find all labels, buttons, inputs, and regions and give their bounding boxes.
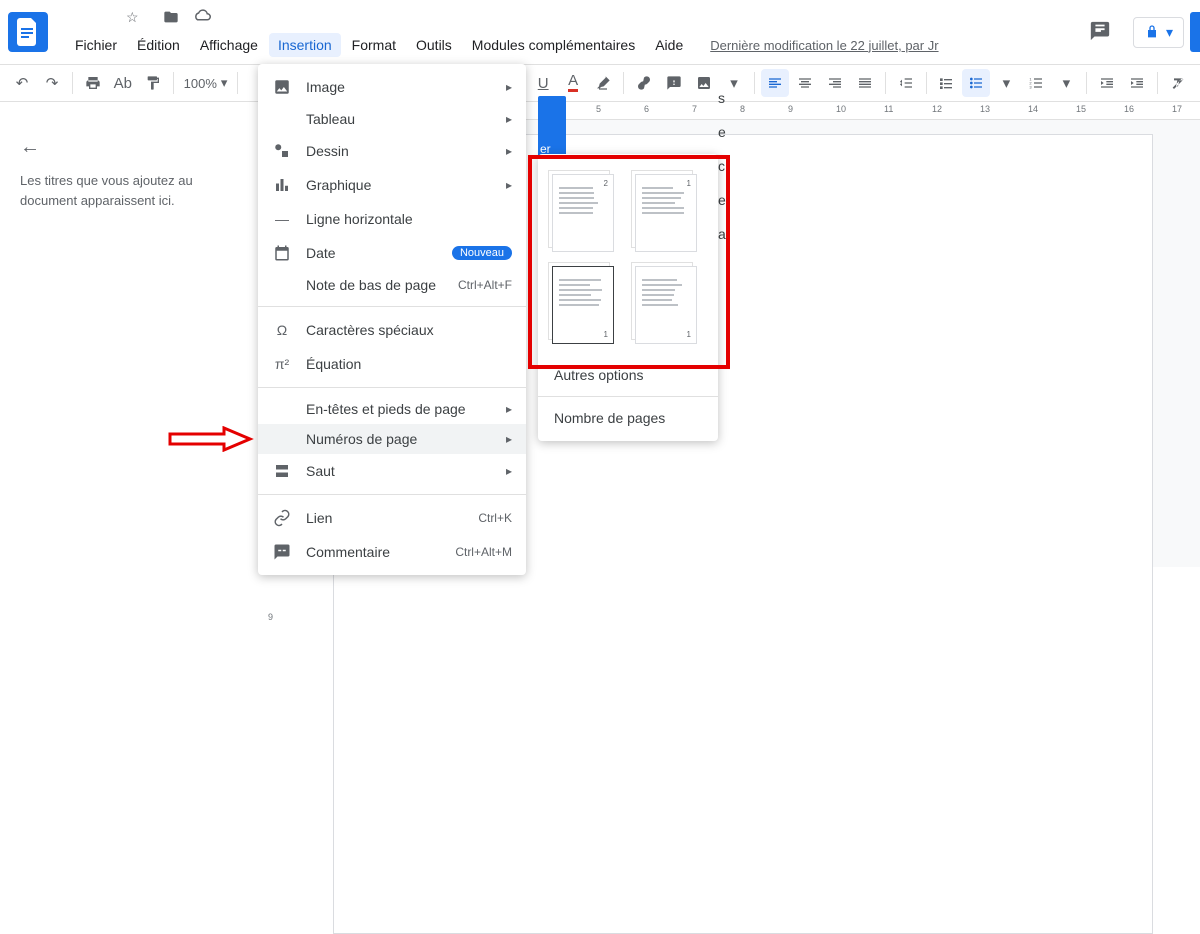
- new-badge: Nouveau: [452, 246, 512, 260]
- menu-format[interactable]: Format: [343, 33, 405, 57]
- menu-chart[interactable]: Graphique▸: [258, 168, 526, 202]
- svg-text:3: 3: [1030, 84, 1033, 89]
- submenu-other-options[interactable]: Autres options: [538, 358, 718, 392]
- page-number-option[interactable]: 1: [635, 174, 704, 252]
- share-button[interactable]: ▾: [1133, 17, 1184, 48]
- cloud-icon[interactable]: [193, 9, 211, 29]
- document-text-peek: secea: [718, 90, 1200, 242]
- insert-dropdown: Image▸ Tableau▸ Dessin▸ Graphique▸ ― Lig…: [258, 64, 526, 575]
- comments-button[interactable]: [1089, 20, 1111, 45]
- menu-page-numbers[interactable]: Numéros de page▸: [258, 424, 526, 454]
- menu-addons[interactable]: Modules complémentaires: [463, 33, 644, 57]
- paint-button[interactable]: [139, 69, 167, 97]
- selection-highlight: er: [538, 96, 566, 158]
- menu-footnote[interactable]: Note de bas de page Ctrl+Alt+F: [258, 270, 526, 300]
- image-icon: [272, 77, 292, 97]
- chevron-down-icon: ▾: [221, 75, 228, 91]
- menu-headers-footers[interactable]: En-têtes et pieds de page▸: [258, 394, 526, 424]
- menu-hr[interactable]: ― Ligne horizontale: [258, 202, 526, 236]
- page-number-option[interactable]: 1: [552, 266, 621, 344]
- menu-table[interactable]: Tableau▸: [258, 104, 526, 134]
- page-number-option[interactable]: 2: [552, 174, 621, 252]
- menu-drawing[interactable]: Dessin▸: [258, 134, 526, 168]
- link-button[interactable]: [630, 69, 658, 97]
- menu-view[interactable]: Affichage: [191, 33, 267, 57]
- zoom-select[interactable]: 100% ▾: [180, 75, 232, 91]
- chevron-right-icon: ▸: [506, 144, 512, 158]
- menu-image[interactable]: Image▸: [258, 70, 526, 104]
- add-comment-button[interactable]: [660, 69, 688, 97]
- page-number-option[interactable]: 1: [635, 266, 704, 344]
- last-modified-link[interactable]: Dernière modification le 22 juillet, par…: [710, 38, 938, 53]
- highlight-button[interactable]: [589, 69, 617, 97]
- outline-close-button[interactable]: ←: [20, 136, 40, 159]
- text-color-button[interactable]: A: [559, 69, 587, 97]
- header-right: ▾: [1089, 17, 1184, 48]
- undo-button[interactable]: ↶: [8, 69, 36, 97]
- header: ☆ ⠀ Fichier Édition Affichage Insertion …: [0, 0, 1200, 64]
- share-dropdown-icon: ▾: [1166, 24, 1173, 41]
- menu-special-chars[interactable]: Ω Caractères spéciaux: [258, 313, 526, 347]
- insert-image-button[interactable]: [690, 69, 718, 97]
- docs-icon: [17, 18, 39, 46]
- header-center: ☆ ⠀ Fichier Édition Affichage Insertion …: [66, 7, 1089, 57]
- move-icon[interactable]: ⠀: [153, 9, 179, 29]
- break-icon: [272, 461, 292, 481]
- print-button[interactable]: [79, 69, 107, 97]
- chart-icon: [272, 175, 292, 195]
- calendar-icon: [272, 243, 292, 263]
- outline-panel: ← Les titres que vous ajoutez au documen…: [0, 120, 262, 567]
- side-tab[interactable]: [1190, 12, 1200, 52]
- menu-insert[interactable]: Insertion: [269, 33, 341, 57]
- chevron-right-icon: ▸: [506, 112, 512, 126]
- menubar: Fichier Édition Affichage Insertion Form…: [66, 33, 1089, 57]
- lock-icon: [1144, 24, 1160, 40]
- chevron-right-icon: ▸: [506, 432, 512, 446]
- omega-icon: Ω: [272, 320, 292, 340]
- pi-icon: π²: [272, 354, 292, 374]
- comment-icon: [272, 542, 292, 562]
- chevron-right-icon: ▸: [506, 178, 512, 192]
- underline-button[interactable]: U: [529, 69, 557, 97]
- star-icon[interactable]: ☆: [126, 9, 139, 29]
- menu-break[interactable]: Saut▸: [258, 454, 526, 488]
- docs-logo[interactable]: [8, 12, 48, 52]
- outline-placeholder: Les titres que vous ajoutez au document …: [20, 171, 241, 210]
- title-actions: ☆ ⠀: [126, 9, 211, 29]
- menu-tools[interactable]: Outils: [407, 33, 461, 57]
- menu-link[interactable]: Lien Ctrl+K: [258, 501, 526, 535]
- redo-button[interactable]: ↷: [38, 69, 66, 97]
- page-number-grid: 2111: [538, 160, 718, 358]
- chevron-right-icon: ▸: [506, 80, 512, 94]
- menu-help[interactable]: Aide: [646, 33, 692, 57]
- chevron-right-icon: ▸: [506, 464, 512, 478]
- menu-edit[interactable]: Édition: [128, 33, 189, 57]
- menu-comment[interactable]: Commentaire Ctrl+Alt+M: [258, 535, 526, 569]
- link-icon: [272, 508, 292, 528]
- chevron-right-icon: ▸: [506, 402, 512, 416]
- menu-date[interactable]: Date Nouveau: [258, 236, 526, 270]
- page-numbers-submenu: 2111 Autres options Nombre de pages: [538, 154, 718, 441]
- spellcheck-button[interactable]: Ab: [109, 69, 137, 97]
- menu-equation[interactable]: π² Équation: [258, 347, 526, 381]
- menu-file[interactable]: Fichier: [66, 33, 126, 57]
- drawing-icon: [272, 141, 292, 161]
- submenu-page-count[interactable]: Nombre de pages: [538, 401, 718, 435]
- hr-icon: ―: [272, 209, 292, 229]
